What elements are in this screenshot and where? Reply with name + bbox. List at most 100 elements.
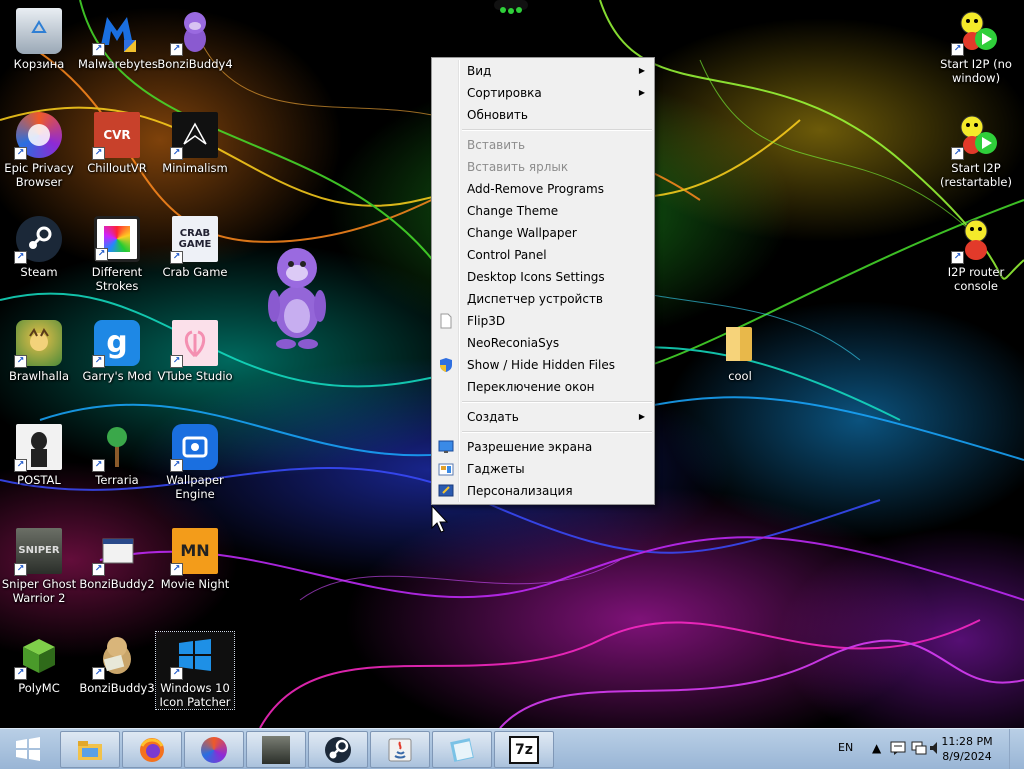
windows-logo-icon [16, 737, 40, 761]
start-button[interactable] [0, 729, 56, 769]
desktop-icon-postal[interactable]: ↗ POSTAL [0, 424, 78, 487]
desktop-icon-different-strokes[interactable]: ↗ Different Strokes [78, 216, 156, 293]
polymc-icon: ↗ [14, 632, 62, 680]
desktop-icon-epic-privacy-browser[interactable]: ↗ Epic Privacy Browser [0, 112, 78, 189]
desktop-icon-steam[interactable]: ↗ Steam [0, 216, 78, 279]
network-icon[interactable] [911, 740, 927, 756]
menu-item-screen-resolution[interactable]: Разрешение экрана [432, 436, 654, 458]
menu-item-sort[interactable]: Сортировка ▶ [432, 82, 654, 104]
file-explorer-icon [78, 740, 102, 760]
icon-label: cool [728, 369, 752, 383]
bonzibuddy-character[interactable] [262, 240, 332, 352]
taskbar-pinned-sniper-ghost-warrior[interactable] [246, 731, 306, 768]
submenu-arrow-icon: ▶ [638, 412, 645, 421]
icon-label: Steam [20, 265, 58, 279]
menu-separator [462, 431, 652, 433]
desktop-icon-cool-folder[interactable]: cool [701, 320, 779, 383]
menu-item-label: Control Panel [467, 248, 547, 262]
menu-item-neoreconiasys[interactable]: NeoReconiaSys [432, 332, 654, 354]
movie-night-icon: MN ↗ [170, 528, 218, 576]
menu-item-paste-shortcut: Вставить ярлык [432, 156, 654, 178]
show-desktop-button[interactable] [1009, 729, 1024, 769]
gadgets-icon [438, 463, 454, 476]
clock-time: 11:28 PM [941, 735, 993, 748]
icon-label: Malwarebytes [78, 57, 158, 71]
uac-shield-icon [440, 358, 452, 372]
desktop-icon-start-i2p-no-window[interactable]: ↗ Start I2P (no window) [937, 8, 1015, 85]
menu-item-new[interactable]: Создать ▶ [432, 406, 654, 428]
java-icon [388, 738, 412, 761]
desktop-icon-windows-10-icon-patcher[interactable]: ↗ Windows 10 Icon Patcher [155, 631, 235, 710]
desktop-icon-bonzibuddy3[interactable]: ↗ BonziBuddy3 [78, 632, 156, 695]
desktop-icon-crab-game[interactable]: CRAB GAME ↗ Crab Game [156, 216, 234, 279]
taskbar-pinned-firefox[interactable] [122, 731, 182, 768]
i2p-restart-icon: ↗ [951, 112, 999, 160]
desktop-icon-wallpaper-engine[interactable]: ↗ Wallpaper Engine [156, 424, 234, 501]
icon-label: Brawlhalla [8, 369, 70, 383]
menu-item-label: Диспетчер устройств [467, 292, 604, 306]
desktop-icon-malwarebytes[interactable]: ↗ Malwarebytes [78, 8, 158, 71]
taskbar-pinned-steam[interactable] [308, 731, 368, 768]
folder-icon [717, 320, 763, 366]
desktop-icon-terraria[interactable]: ↗ Terraria [78, 424, 156, 487]
menu-separator [462, 129, 652, 131]
epic-privacy-browser-icon [201, 736, 227, 763]
desktop-icon-chilloutvr[interactable]: CVR ↗ ChilloutVR [78, 112, 156, 175]
garrys-mod-icon: g ↗ [92, 320, 140, 368]
wallpaper-top-ornament [494, 0, 528, 16]
menu-item-gadgets[interactable]: Гаджеты [432, 458, 654, 480]
desktop-icon-start-i2p-restartable[interactable]: ↗ Start I2P (restartable) [937, 112, 1015, 189]
icon-label: Start I2P (no window) [940, 57, 1012, 85]
desktop-icon-minimalism[interactable]: ↗ Minimalism [156, 112, 234, 175]
taskbar-pinned-java[interactable] [370, 731, 430, 768]
desktop[interactable]: Корзина ↗ Epic Privacy Browser ↗ Steam ↗… [0, 0, 1024, 728]
menu-item-change-theme[interactable]: Change Theme [432, 200, 654, 222]
menu-item-flip3d[interactable]: Flip3D [432, 310, 654, 332]
desktop-icon-vtube-studio[interactable]: ↗ VTube Studio [156, 320, 234, 383]
action-center-icon[interactable] [890, 740, 906, 756]
desktop-icon-brawlhalla[interactable]: ↗ Brawlhalla [0, 320, 78, 383]
language-indicator[interactable]: EN [838, 741, 853, 754]
desktop-icon-movie-night[interactable]: MN ↗ Movie Night [156, 528, 234, 591]
icon-label: Minimalism [162, 161, 228, 175]
menu-item-label: Переключение окон [467, 380, 595, 394]
icon-label: Different Strokes [91, 265, 143, 293]
icon-label: BonziBuddy3 [79, 681, 155, 695]
desktop-icon-bonzibuddy4[interactable]: ↗ BonziBuddy4 [156, 8, 234, 71]
minimalism-icon: ↗ [170, 112, 218, 160]
menu-item-label: Сортировка [467, 86, 542, 100]
taskbar-pinned-epic-privacy-browser[interactable] [184, 731, 244, 768]
taskbar-pinned-notepad[interactable] [432, 731, 492, 768]
menu-item-refresh[interactable]: Обновить [432, 104, 654, 126]
menu-item-label: Вставить [467, 138, 526, 152]
show-hidden-icons-arrow-icon[interactable]: ▲ [872, 741, 881, 755]
system-clock[interactable]: 11:28 PM 8/9/2024 [935, 734, 999, 764]
submenu-arrow-icon: ▶ [638, 66, 645, 75]
menu-item-label: Change Theme [467, 204, 559, 218]
desktop-icon-bonzibuddy2[interactable]: ↗ BonziBuddy2 [78, 528, 156, 591]
icon-label: Start I2P (restartable) [940, 161, 1012, 189]
bonzibuddy3-icon: ↗ [92, 632, 140, 680]
desktop-icon-garrys-mod[interactable]: g ↗ Garry's Mod [78, 320, 156, 383]
taskbar-pinned-file-explorer[interactable] [60, 731, 120, 768]
taskbar-pinned-7zip[interactable]: 7z [494, 731, 554, 768]
menu-item-change-wallpaper[interactable]: Change Wallpaper [432, 222, 654, 244]
steam-icon [325, 736, 351, 763]
menu-item-control-panel[interactable]: Control Panel [432, 244, 654, 266]
menu-item-switch-windows[interactable]: Переключение окон [432, 376, 654, 398]
notepad-icon [450, 737, 474, 762]
menu-item-personalization[interactable]: Персонализация [432, 480, 654, 502]
menu-item-show-hide-hidden-files[interactable]: Show / Hide Hidden Files [432, 354, 654, 376]
menu-item-label: Add-Remove Programs [467, 182, 604, 196]
desktop-icon-recycle-bin[interactable]: Корзина [0, 8, 78, 71]
menu-item-view[interactable]: Вид ▶ [432, 60, 654, 82]
desktop-icon-sniper-ghost-warrior-2[interactable]: SNIPER ↗ Sniper Ghost Warrior 2 [0, 528, 78, 605]
menu-item-add-remove-programs[interactable]: Add-Remove Programs [432, 178, 654, 200]
menu-item-desktop-icons-settings[interactable]: Desktop Icons Settings [432, 266, 654, 288]
icon-label: Terraria [95, 473, 139, 487]
desktop-icon-polymc[interactable]: ↗ PolyMC [0, 632, 78, 695]
desktop-icon-i2p-router-console[interactable]: ↗ I2P router console [937, 216, 1015, 293]
menu-item-device-manager[interactable]: Диспетчер устройств [432, 288, 654, 310]
clock-date: 8/9/2024 [942, 750, 992, 763]
mouse-pointer-icon [431, 505, 449, 533]
